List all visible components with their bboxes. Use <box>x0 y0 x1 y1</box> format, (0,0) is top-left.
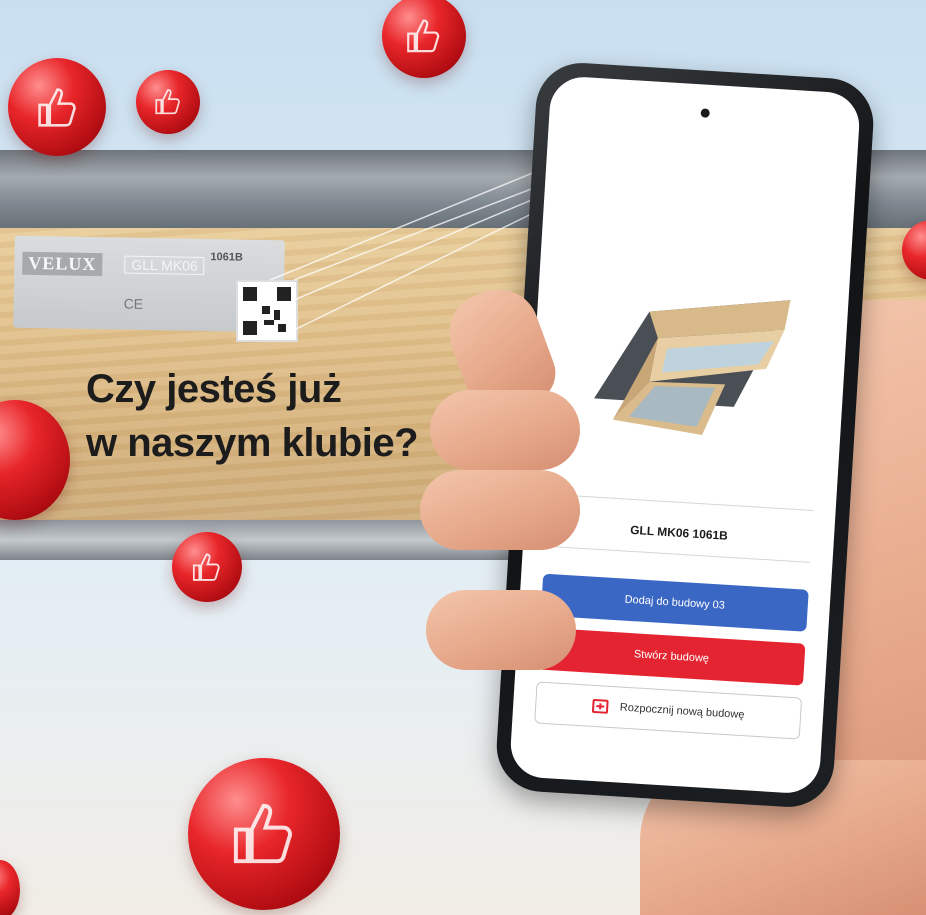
start-new-construction-button[interactable]: Rozpocznij nową budowę <box>534 681 803 740</box>
finger-2 <box>420 470 580 550</box>
thumbs-up-icon <box>188 758 340 910</box>
brand-logo: VELUX <box>22 251 103 277</box>
ce-mark: CE <box>123 295 144 312</box>
camera-icon <box>700 108 710 118</box>
roof-window-image <box>594 300 791 436</box>
thumbs-up-icon <box>136 70 200 134</box>
start-new-construction-label: Rozpocznij nową budowę <box>619 701 745 722</box>
thumbs-up-icon <box>0 860 20 915</box>
finger-3 <box>426 590 576 670</box>
qr-code-icon <box>236 280 298 342</box>
thumbs-up-icon <box>172 532 242 602</box>
create-construction-button[interactable]: Stwórz budowę <box>537 627 806 686</box>
thumbs-up-icon <box>382 0 466 78</box>
divider-bottom <box>544 545 811 563</box>
headline-line-2: w naszym klubie? <box>86 421 419 465</box>
finger-1 <box>430 390 580 470</box>
plus-folder-icon <box>591 698 609 714</box>
headline-line-1: Czy jesteś już <box>86 367 342 411</box>
divider-top <box>548 493 814 511</box>
plate-model: GLL MK06 <box>124 255 205 275</box>
thumbs-up-icon <box>8 58 106 156</box>
hero-scene: VELUX GLL MK06 1061B CE Czy jesteś już w… <box>0 0 926 915</box>
add-to-construction-button[interactable]: Dodaj do budowy 03 <box>540 573 809 632</box>
plate-code: 1061B <box>210 251 244 264</box>
headline: Czy jesteś już w naszym klubie? <box>86 362 419 470</box>
